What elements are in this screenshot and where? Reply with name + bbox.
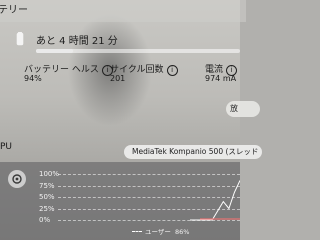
legend-line-icon [132,231,142,232]
chart-legend: ユーザー 86% [132,226,189,236]
cpu-usage-svg [190,180,240,221]
series-user-line [190,180,240,221]
legend-series-value: 86% [175,228,190,236]
legend-series-name: ユーザー [145,228,171,236]
